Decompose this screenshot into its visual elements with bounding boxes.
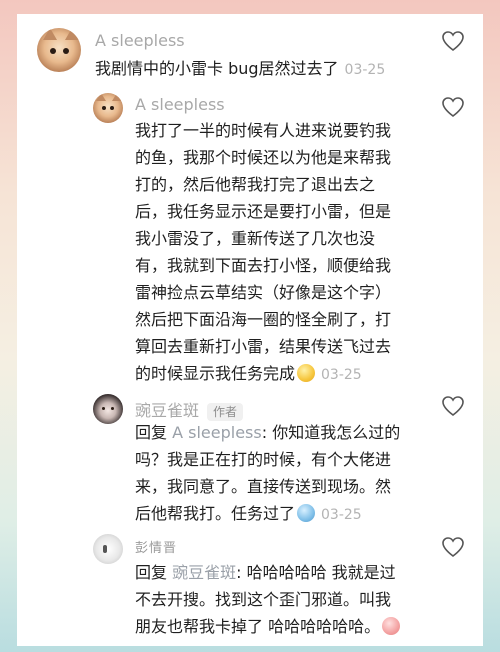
mention-link[interactable]: 豌豆雀斑 (172, 563, 236, 582)
cat-avatar[interactable] (37, 28, 81, 72)
comment-date: 03-25 (344, 62, 386, 78)
pig-emoji-icon (382, 617, 401, 635)
like-heart-icon[interactable] (441, 30, 465, 52)
crying-emoji-icon (297, 504, 316, 522)
comment-date: 03-25 (321, 367, 362, 383)
author-badge: 作者 (207, 402, 244, 421)
like-heart-icon[interactable] (441, 536, 465, 558)
comment-username[interactable]: 豌豆雀斑 作者 (135, 397, 244, 421)
like-heart-icon[interactable] (441, 96, 465, 118)
sketch-avatar[interactable] (93, 534, 123, 564)
comment-card: A sleepless 我剧情中的小雷卡 bug居然过去了 03-25 A sle… (17, 14, 483, 646)
comment-text: 回复 豌豆雀斑: 哈哈哈哈哈 我就是过 不去开搜。找到这个歪门邪道。叫我 朋友也… (135, 559, 435, 640)
comment-username[interactable]: 彭情晋 (135, 537, 177, 556)
laughing-emoji-icon (297, 364, 316, 382)
comment-text: 我打了一半的时候有人进来说要钓我 的鱼，我那个时候还以为他是来帮我 打的，然后他… (135, 121, 392, 383)
comment-username[interactable]: A sleepless (135, 95, 225, 114)
like-heart-icon[interactable] (441, 395, 465, 417)
comment-username[interactable]: A sleepless (95, 31, 185, 50)
cat-avatar[interactable] (93, 93, 123, 123)
comment-text: 我剧情中的小雷卡 bug居然过去了 03-25 (95, 59, 386, 78)
comment-text: 回复 A sleepless: 你知道我怎么过的 吗？我是正在打的时候，有个大佬… (135, 423, 401, 523)
author-avatar[interactable] (93, 394, 123, 424)
mention-link[interactable]: A sleepless (172, 423, 262, 442)
comment-date: 03-25 (321, 507, 362, 523)
